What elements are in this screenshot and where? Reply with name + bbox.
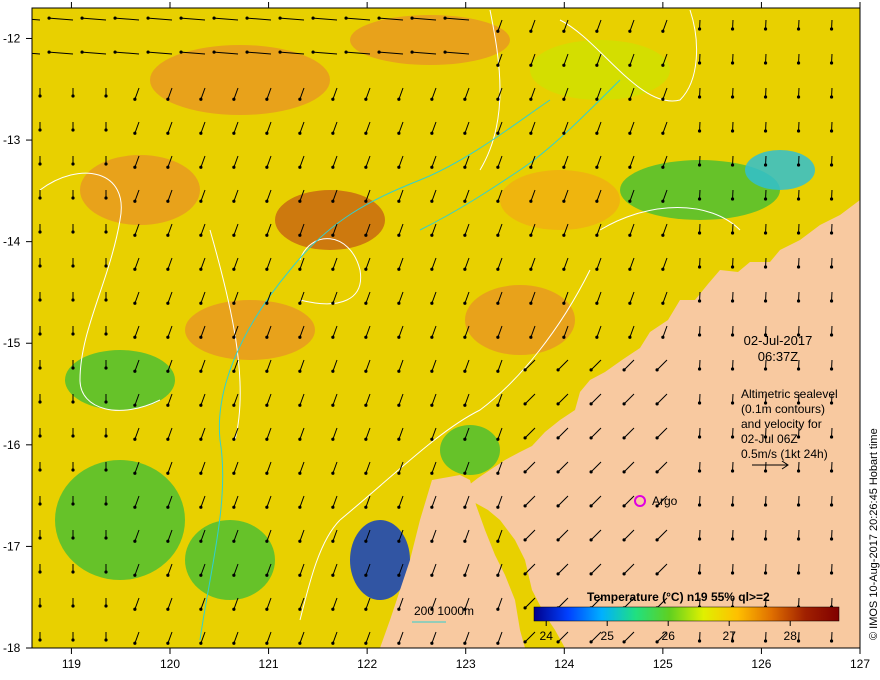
credit-text: © IMOS 10-Aug-2017 20:26:45 Hobart time <box>868 428 880 640</box>
legend-tick-label: 28 <box>784 629 798 643</box>
info-line: Altimetric sealevel <box>741 387 838 401</box>
legend-colorbar <box>533 606 840 622</box>
lat-tick-label: -12 <box>3 31 21 45</box>
lat-tick-label: -17 <box>3 539 21 553</box>
lat-tick-label: -18 <box>3 641 21 655</box>
time-label: 06:37Z <box>758 349 799 364</box>
info-line: 0.5m/s (1kt 24h) <box>741 447 828 461</box>
lon-tick-label: 121 <box>259 657 279 671</box>
lon-tick-label: 120 <box>160 657 180 671</box>
legend-tick-label: 25 <box>601 629 615 643</box>
lon-tick-label: 126 <box>751 657 771 671</box>
legend-tick-label: 26 <box>662 629 676 643</box>
legend-tick-label: 24 <box>540 629 554 643</box>
date-label: 02-Jul-2017 <box>744 333 813 348</box>
legend-tick-label: 27 <box>723 629 737 643</box>
lon-tick-label: 123 <box>456 657 476 671</box>
lat-tick-label: -15 <box>3 336 21 350</box>
lon-tick-label: 119 <box>62 657 81 671</box>
plot-area: Argo <box>32 8 860 648</box>
info-line: (0.1m contours) <box>741 402 825 416</box>
lat-tick-label: -16 <box>3 438 21 452</box>
lon-tick-label: 122 <box>357 657 377 671</box>
lon-tick-label: 125 <box>653 657 673 671</box>
isobath-legend-label: 200 1000m <box>414 604 474 618</box>
legend-title: Temperature (°C) n19 55% ql>=2 <box>587 590 770 604</box>
lon-tick-label: 124 <box>554 657 574 671</box>
lat-tick-label: -13 <box>3 133 21 147</box>
info-line: 02-Jul 06Z <box>741 432 798 446</box>
argo-label: Argo <box>652 494 678 508</box>
info-line: and velocity for <box>741 417 822 431</box>
lat-tick-label: -14 <box>3 235 21 249</box>
lon-tick-label: 127 <box>850 657 870 671</box>
sst-map: Argo 119 120 121 122 123 124 125 126 127 -12 -13 -1… <box>3 2 880 671</box>
